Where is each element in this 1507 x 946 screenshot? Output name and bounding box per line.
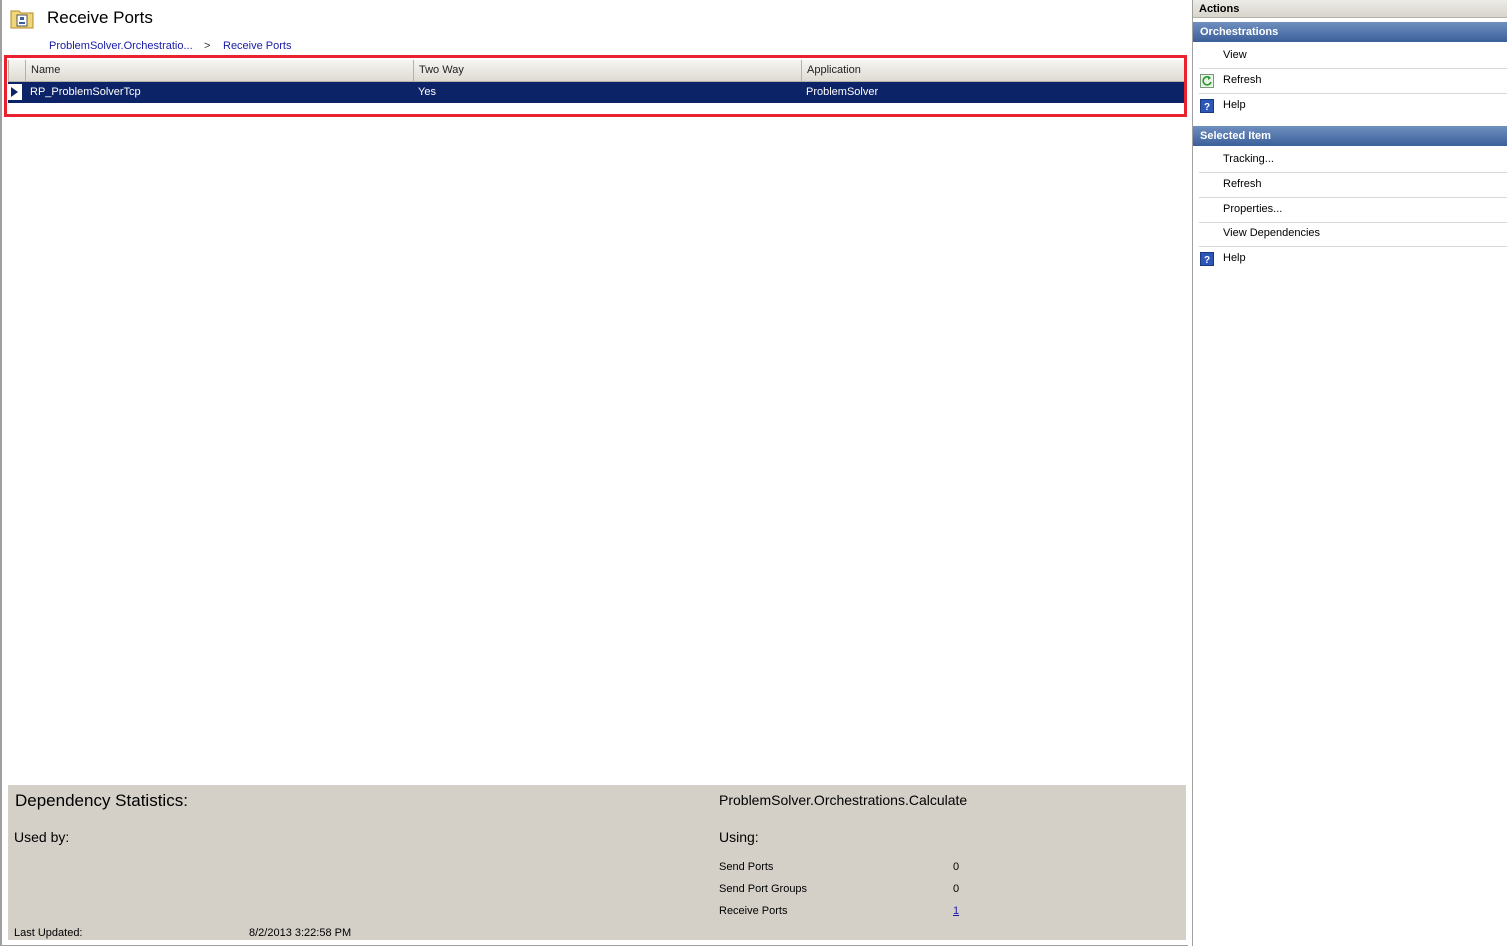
svg-text:?: ? xyxy=(1204,255,1210,266)
divider xyxy=(1199,68,1507,69)
breadcrumb-parent-link[interactable]: ProblemSolver.Orchestratio... xyxy=(49,40,193,52)
folder-port-icon xyxy=(10,6,34,30)
action-tracking[interactable]: Tracking... xyxy=(1223,153,1274,165)
action-properties[interactable]: Properties... xyxy=(1223,203,1282,215)
last-updated-value: 8/2/2013 3:22:58 PM xyxy=(249,927,352,939)
divider xyxy=(1199,222,1507,223)
section-header-selected-item[interactable]: Selected Item xyxy=(1193,126,1507,146)
help-icon: ? xyxy=(1200,252,1214,266)
stat-value-receive-ports-link[interactable]: 1 xyxy=(953,905,959,917)
stat-value-send-port-groups: 0 xyxy=(953,883,960,895)
stat-label-send-port-groups: Send Port Groups xyxy=(719,883,808,895)
actions-pane: Actions Orchestrations View Refresh ? He… xyxy=(1192,0,1507,946)
dependency-panel: Dependency Statistics: ProblemSolver.Orc… xyxy=(8,785,1186,940)
actions-header: Actions xyxy=(1193,0,1507,18)
breadcrumb-separator: > xyxy=(204,40,211,52)
last-updated-label: Last Updated: xyxy=(14,927,83,939)
main-pane: Receive Ports ProblemSolver.Orchestratio… xyxy=(0,0,1188,946)
action-refresh-orchestrations[interactable]: Refresh xyxy=(1223,74,1262,86)
help-icon: ? xyxy=(1200,99,1214,113)
section-header-orchestrations[interactable]: Orchestrations xyxy=(1193,22,1507,42)
page-title: Receive Ports xyxy=(47,8,153,27)
breadcrumb-current-link[interactable]: Receive Ports xyxy=(223,40,291,52)
svg-text:?: ? xyxy=(1204,102,1210,113)
action-view[interactable]: View xyxy=(1223,49,1247,61)
using-label: Using: xyxy=(719,829,759,845)
stat-label-receive-ports: Receive Ports xyxy=(719,905,788,917)
receive-ports-count-link[interactable]: 1 xyxy=(953,905,959,917)
dependency-title: Dependency Statistics: xyxy=(15,791,188,810)
divider xyxy=(1199,172,1507,173)
divider xyxy=(1199,93,1507,94)
action-help-selected[interactable]: Help xyxy=(1223,252,1246,264)
divider xyxy=(1199,246,1507,247)
stat-label-send-ports: Send Ports xyxy=(719,861,774,873)
action-refresh-selected[interactable]: Refresh xyxy=(1223,178,1262,190)
used-by-label: Used by: xyxy=(14,829,70,845)
divider xyxy=(1199,197,1507,198)
selection-highlight-box xyxy=(4,55,1187,117)
action-view-dependencies[interactable]: View Dependencies xyxy=(1223,227,1320,239)
stat-value-send-ports: 0 xyxy=(953,861,960,873)
refresh-icon xyxy=(1200,74,1214,88)
action-help-orchestrations[interactable]: Help xyxy=(1223,99,1246,111)
dependency-orchestration: ProblemSolver.Orchestrations.Calculate xyxy=(719,792,968,808)
